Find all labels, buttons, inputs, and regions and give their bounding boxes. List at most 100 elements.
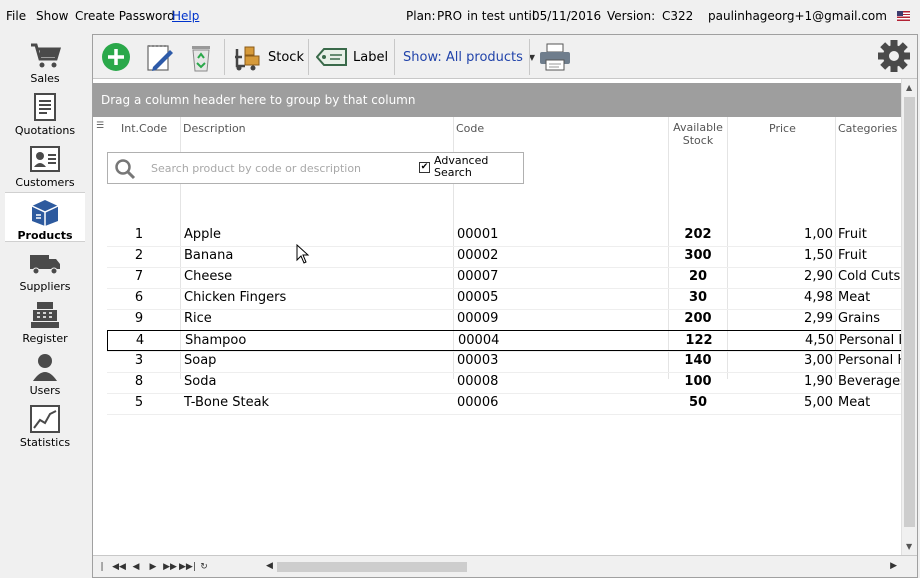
table-row[interactable]: 3 Soap 00003 140 3,00 Personal H <box>107 351 901 372</box>
scroll-right-icon[interactable]: ▶ <box>890 561 897 571</box>
table-row[interactable]: 8 Soda 00008 100 1,90 Beverages <box>107 372 901 393</box>
user-email[interactable]: paulinhageorg+1@gmail.com <box>708 9 887 23</box>
last-page-icon[interactable]: ▶▶| <box>179 559 196 575</box>
menu-create-password[interactable]: Create Password <box>75 9 175 23</box>
table-row[interactable]: 1 Apple 00001 202 1,00 Fruit <box>107 225 901 246</box>
show-filter-label: Show: All products <box>403 49 523 65</box>
table-row[interactable]: 9 Rice 00009 200 2,99 Grains <box>107 309 901 330</box>
table-row[interactable]: 6 Chicken Fingers 00005 30 4,98 Meat <box>107 288 901 309</box>
chart-icon <box>30 405 60 433</box>
cell-available-stock: 30 <box>688 290 708 305</box>
sidebar-item-users[interactable]: Users <box>5 348 85 398</box>
column-header-description[interactable]: Description <box>183 122 246 135</box>
cell-price: 3,00 <box>804 353 833 368</box>
refresh-icon[interactable]: ↻ <box>196 559 212 575</box>
previous-record-icon[interactable]: ◀ <box>128 559 144 575</box>
us-flag-icon[interactable] <box>897 11 910 21</box>
table-row[interactable]: 2 Banana 00002 300 1,50 Fruit <box>107 246 901 267</box>
products-grid: ☰ Int.Code Description Code Available St… <box>93 117 901 555</box>
sidebar-item-label: Register <box>22 332 68 345</box>
mouse-cursor-icon <box>296 244 310 264</box>
contact-card-icon <box>30 146 60 172</box>
column-header-price[interactable]: Price <box>769 122 796 135</box>
cell-description: Cheese <box>184 269 233 284</box>
sidebar-item-suppliers[interactable]: Suppliers <box>5 244 85 294</box>
vertical-scrollbar[interactable]: ▲ ▼ <box>901 79 917 555</box>
cell-int-code: 2 <box>134 248 144 263</box>
cell-description: Banana <box>184 248 234 263</box>
column-header-int-code[interactable]: Int.Code <box>121 122 167 135</box>
cash-register-icon <box>31 302 59 328</box>
table-row[interactable]: 4 Shampoo 00004 122 4,50 Personal H <box>107 330 901 351</box>
cell-int-code: 3 <box>134 353 144 368</box>
next-record-icon[interactable]: ▶ <box>145 559 161 575</box>
first-page-icon[interactable]: |◀◀ <box>94 559 110 575</box>
cell-available-stock: 202 <box>684 227 712 242</box>
grid-navigator: |◀◀ ◀◀ ◀ ▶ ▶▶ ▶▶| ↻ ◀ ▶ <box>93 555 917 577</box>
cell-code: 00007 <box>457 269 499 284</box>
cell-description: Soap <box>184 353 217 368</box>
truck-icon <box>30 255 60 275</box>
sidebar-item-label: Statistics <box>19 436 71 449</box>
next-page-icon[interactable]: ▶▶ <box>162 559 178 575</box>
scroll-down-icon[interactable]: ▼ <box>906 542 912 551</box>
scroll-up-icon[interactable]: ▲ <box>906 83 912 92</box>
sidebar-item-register[interactable]: Register <box>5 296 85 346</box>
settings-button[interactable] <box>877 40 911 72</box>
delete-product-button[interactable] <box>186 41 216 73</box>
horizontal-scrollbar[interactable]: ◀ ▶ <box>263 559 900 575</box>
toolbar-separator <box>529 39 530 75</box>
horizontal-scroll-thumb[interactable] <box>277 562 467 572</box>
cell-category: Cold Cuts <box>838 269 901 284</box>
column-header-categories[interactable]: Categories <box>838 122 897 135</box>
cell-code: 00001 <box>457 227 499 242</box>
label-button[interactable]: Label <box>316 41 388 73</box>
cell-price: 1,90 <box>804 374 833 389</box>
cell-description: Apple <box>184 227 222 242</box>
cell-available-stock: 300 <box>684 248 712 263</box>
toolbar: Stock Label Show: All products ▼ <box>93 35 917 79</box>
menu-help[interactable]: Help <box>172 9 199 23</box>
stock-button[interactable]: Stock <box>233 41 304 73</box>
plan-label: Plan: <box>406 9 436 23</box>
table-row[interactable]: 7 Cheese 00007 20 2,90 Cold Cuts <box>107 267 901 288</box>
add-product-button[interactable] <box>101 41 131 73</box>
menu-show[interactable]: Show <box>36 9 68 23</box>
column-header-available-stock[interactable]: Available Stock <box>670 121 726 147</box>
cell-available-stock: 20 <box>688 269 708 284</box>
search-input[interactable]: Search product by code or description <box>151 162 361 175</box>
edit-product-button[interactable] <box>145 41 175 73</box>
vertical-scroll-thumb[interactable] <box>904 97 915 527</box>
menu-file[interactable]: File <box>6 9 26 23</box>
cell-code: 00003 <box>457 353 499 368</box>
sidebar-item-label: Quotations <box>14 124 76 137</box>
column-header-code[interactable]: Code <box>456 122 484 135</box>
table-row[interactable]: 5 T-Bone Steak 00006 50 5,00 Meat <box>107 393 901 414</box>
sidebar-item-label: Suppliers <box>19 280 71 293</box>
menu-bar: File Show Create Password Help Plan: PRO… <box>0 0 920 34</box>
cell-category: Meat <box>838 395 871 410</box>
cell-available-stock: 50 <box>688 395 708 410</box>
sidebar-item-products[interactable]: Products <box>5 192 85 242</box>
cell-int-code: 6 <box>134 290 144 305</box>
plan-trial-text: in test until <box>467 9 536 23</box>
scroll-left-icon[interactable]: ◀ <box>266 561 273 571</box>
cell-int-code: 4 <box>135 333 145 348</box>
sidebar-item-statistics[interactable]: Statistics <box>5 400 85 450</box>
cell-price: 4,98 <box>804 290 833 305</box>
sidebar-item-customers[interactable]: Customers <box>5 140 85 190</box>
version-label: Version: <box>607 9 656 23</box>
sidebar-item-quotations[interactable]: Quotations <box>5 88 85 138</box>
column-chooser-icon[interactable]: ☰ <box>96 121 104 131</box>
sidebar-item-label: Sales <box>30 72 60 85</box>
group-by-bar[interactable]: Drag a column header here to group by th… <box>93 83 901 117</box>
plus-icon <box>102 43 130 71</box>
show-filter-dropdown[interactable]: Show: All products ▼ <box>403 41 535 73</box>
toolbar-separator <box>394 39 395 75</box>
product-search-box: Search product by code or description ✔ … <box>107 152 524 184</box>
sidebar-item-sales[interactable]: Sales <box>5 36 85 86</box>
advanced-search-checkbox[interactable]: ✔ <box>419 162 430 173</box>
print-button[interactable] <box>538 41 572 73</box>
previous-page-icon[interactable]: ◀◀ <box>111 559 127 575</box>
cell-price: 5,00 <box>804 395 833 410</box>
